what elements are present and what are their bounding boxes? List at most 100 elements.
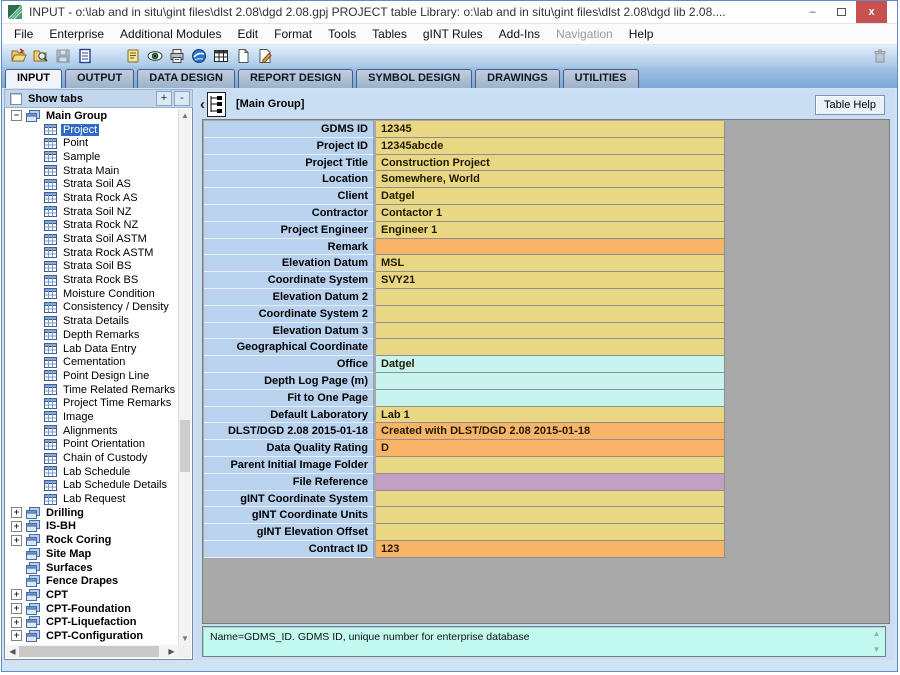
tree-item-strata-soil-as[interactable]: Strata Soil AS: [6, 177, 178, 191]
field-value-gint-coordinate-units[interactable]: [376, 507, 725, 524]
tree-item-label[interactable]: Alignments: [61, 425, 119, 437]
scroll-right-icon[interactable]: ▶: [165, 645, 178, 658]
field-value-file-reference[interactable]: [376, 474, 725, 491]
tree-item-moisture-condition[interactable]: Moisture Condition: [6, 287, 178, 301]
field-value-geographical-coordinate-system[interactable]: [376, 339, 725, 356]
menu-item-format[interactable]: Format: [266, 25, 320, 43]
table-icon[interactable]: [210, 47, 232, 66]
field-value-gint-coordinate-system[interactable]: [376, 491, 725, 508]
tree-item-label[interactable]: CPT: [44, 589, 70, 601]
tree-item-label[interactable]: Time Related Remarks: [61, 384, 177, 396]
tree-item-label[interactable]: Lab Schedule Details: [61, 479, 169, 491]
tree-item-main-group[interactable]: − Main Group: [6, 109, 178, 123]
tree-item-strata-rock-as[interactable]: Strata Rock AS: [6, 191, 178, 205]
tree-item-point[interactable]: Point: [6, 136, 178, 150]
group-hierarchy-icon[interactable]: [207, 92, 226, 117]
tree-item-label[interactable]: Site Map: [44, 548, 93, 560]
menu-item-additional-modules[interactable]: Additional Modules: [112, 25, 229, 43]
tree-item-label[interactable]: Depth Remarks: [61, 329, 141, 341]
tree-item-label[interactable]: Strata Rock AS: [61, 192, 140, 204]
tree-item-cementation[interactable]: Cementation: [6, 355, 178, 369]
tree-item-lab-data-entry[interactable]: Lab Data Entry: [6, 342, 178, 356]
file-search-icon[interactable]: [30, 47, 52, 66]
tree-item-label[interactable]: Strata Rock BS: [61, 274, 140, 286]
field-value-project-engineer[interactable]: Engineer 1: [376, 222, 725, 239]
field-value-elevation-datum[interactable]: MSL: [376, 255, 725, 272]
tree-item-strata-rock-bs[interactable]: Strata Rock BS: [6, 273, 178, 287]
tree-item-label[interactable]: Strata Soil BS: [61, 260, 133, 272]
print-icon[interactable]: [166, 47, 188, 66]
field-value-elevation-datum-2[interactable]: [376, 289, 725, 306]
tree-item-depth-remarks[interactable]: Depth Remarks: [6, 328, 178, 342]
tree-horizontal-scrollbar[interactable]: ◀ ▶: [6, 645, 178, 658]
tree-item-label[interactable]: Project Time Remarks: [61, 397, 173, 409]
field-value-default-laboratory[interactable]: Lab 1: [376, 407, 725, 424]
tree-item-label[interactable]: Lab Request: [61, 493, 127, 505]
tree-item-label[interactable]: CPT-Liquefaction: [44, 616, 138, 628]
tree-item-label[interactable]: Lab Data Entry: [61, 343, 138, 355]
expand-node-icon[interactable]: +: [11, 630, 22, 641]
collapse-tree-icon[interactable]: ‹: [200, 96, 205, 113]
tab-output[interactable]: OUTPUT: [65, 69, 134, 88]
maximize-button[interactable]: [827, 1, 856, 23]
tree-item-strata-rock-astm[interactable]: Strata Rock ASTM: [6, 246, 178, 260]
tree-item-point-orientation[interactable]: Point Orientation: [6, 438, 178, 452]
menu-item-enterprise[interactable]: Enterprise: [41, 25, 112, 43]
tree-item-point-design-line[interactable]: Point Design Line: [6, 369, 178, 383]
tree-item-lab-request[interactable]: Lab Request: [6, 492, 178, 506]
tree-item-strata-rock-nz[interactable]: Strata Rock NZ: [6, 219, 178, 233]
tree-item-label[interactable]: Point Design Line: [61, 370, 151, 382]
tab-utilities[interactable]: UTILITIES: [563, 69, 639, 88]
expand-all-button[interactable]: +: [156, 91, 172, 106]
tree-item-label[interactable]: Rock Coring: [44, 534, 113, 546]
tree-item-label[interactable]: Strata Details: [61, 315, 131, 327]
tree-item-strata-main[interactable]: Strata Main: [6, 164, 178, 178]
tree-item-lab-schedule-details[interactable]: Lab Schedule Details: [6, 479, 178, 493]
report-icon[interactable]: [74, 47, 96, 66]
tree-item-label[interactable]: Strata Main: [61, 165, 121, 177]
scroll-left-icon[interactable]: ◀: [6, 645, 19, 658]
tree-item-label[interactable]: Main Group: [44, 110, 109, 122]
menu-item-tables[interactable]: Tables: [364, 25, 415, 43]
collapse-node-icon[interactable]: −: [11, 110, 22, 121]
tree-item-label[interactable]: Point Orientation: [61, 438, 147, 450]
tree-item-is-bh[interactable]: +IS-BH: [6, 520, 178, 534]
tree-item-surfaces[interactable]: Surfaces: [6, 561, 178, 575]
tree-item-label[interactable]: Strata Soil NZ: [61, 206, 133, 218]
tree-item-project-time-remarks[interactable]: Project Time Remarks: [6, 396, 178, 410]
tree-item-label[interactable]: Surfaces: [44, 562, 94, 574]
help-scroll-down-icon[interactable]: ▼: [873, 645, 881, 654]
field-value-contractor[interactable]: Contactor 1: [376, 205, 725, 222]
field-value-client[interactable]: Datgel: [376, 188, 725, 205]
tree-item-label[interactable]: Lab Schedule: [61, 466, 132, 478]
tree-item-consistency-density[interactable]: Consistency / Density: [6, 301, 178, 315]
expand-node-icon[interactable]: +: [11, 507, 22, 518]
scroll-up-icon[interactable]: ▲: [179, 109, 191, 122]
tree-item-label[interactable]: Chain of Custody: [61, 452, 149, 464]
tree-item-drilling[interactable]: +Drilling: [6, 506, 178, 520]
help-scroll-up-icon[interactable]: ▲: [873, 629, 881, 638]
expand-node-icon[interactable]: +: [11, 617, 22, 628]
tree-item-alignments[interactable]: Alignments: [6, 424, 178, 438]
tree-item-fence-drapes[interactable]: Fence Drapes: [6, 574, 178, 588]
scroll-down-icon[interactable]: ▼: [179, 632, 191, 645]
minimize-button[interactable]: –: [798, 1, 827, 23]
field-value-gdms-id[interactable]: 12345: [376, 121, 725, 138]
tree-item-strata-soil-bs[interactable]: Strata Soil BS: [6, 260, 178, 274]
tree-item-label[interactable]: Moisture Condition: [61, 288, 157, 300]
tree-item-cpt-configuration[interactable]: +CPT-Configuration: [6, 629, 178, 643]
tree-item-lab-schedule[interactable]: Lab Schedule: [6, 465, 178, 479]
field-value-contract-id[interactable]: 123: [376, 541, 725, 558]
menu-item-tools[interactable]: Tools: [320, 25, 364, 43]
tree-item-label[interactable]: Strata Rock NZ: [61, 219, 140, 231]
field-value-fit-to-one-page[interactable]: [376, 390, 725, 407]
tree-item-label[interactable]: CPT-Foundation: [44, 603, 133, 615]
collapse-all-button[interactable]: -: [174, 91, 190, 106]
tree-item-strata-soil-astm[interactable]: Strata Soil ASTM: [6, 232, 178, 246]
tree-item-label[interactable]: Cementation: [61, 356, 127, 368]
tree-item-image[interactable]: Image: [6, 410, 178, 424]
tree-item-label[interactable]: Sample: [61, 151, 102, 163]
expand-node-icon[interactable]: +: [11, 589, 22, 600]
tree-item-site-map[interactable]: Site Map: [6, 547, 178, 561]
tree-item-label[interactable]: IS-BH: [44, 520, 78, 532]
